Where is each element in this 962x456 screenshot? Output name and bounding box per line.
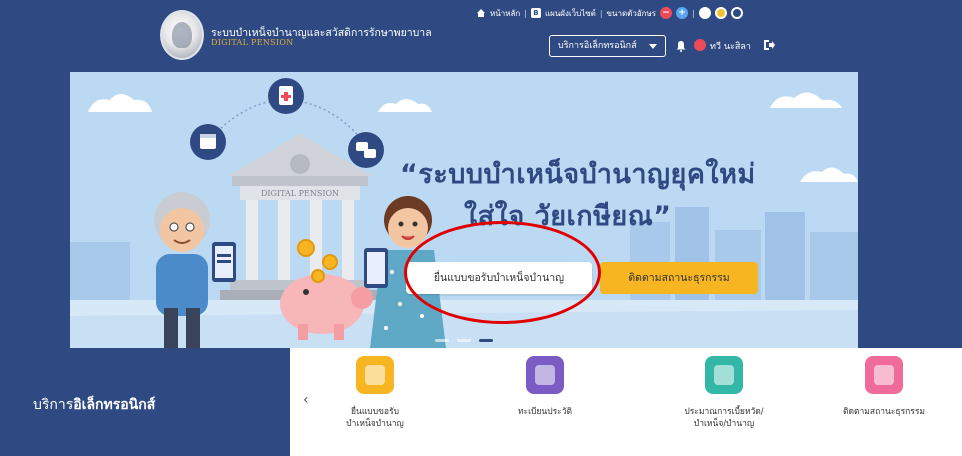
contrast-default-button[interactable] <box>698 7 711 19</box>
site-header: ระบบบำเหน็จบำนาญและสวัสดิการรักษาพยาบาล … <box>0 0 962 72</box>
site-subtitle: DIGITAL PENSION <box>211 38 294 47</box>
font-size-label: ขนาดตัวอักษร <box>606 8 657 18</box>
service-item-label: ประมาณการเบี้ยหวัด/ บำเหน็จ/บำนาญ <box>684 407 764 429</box>
profile-search-icon <box>526 356 564 394</box>
service-item-estimate[interactable]: ประมาณการเบี้ยหวัด/ บำเหน็จ/บำนาญ <box>654 356 794 430</box>
carousel-dot[interactable] <box>457 339 471 342</box>
home-icon[interactable] <box>476 8 486 18</box>
chart-calculator-icon <box>705 356 743 394</box>
track-status-button[interactable]: ติดตามสถานะธุรกรรม <box>600 262 758 294</box>
service-item-label: ติดตามสถานะธุรกรรม <box>842 407 926 417</box>
services-heading: บริการอิเล็กทรอนิกส์ <box>33 394 155 416</box>
annotation-circle <box>404 221 601 324</box>
carousel-indicators <box>435 339 493 342</box>
font-decrease-button[interactable]: − <box>660 7 673 19</box>
services-heading-part2: อิเล็กทรอนิกส์ <box>73 397 156 413</box>
site-logo[interactable] <box>160 10 204 60</box>
service-item-apply[interactable]: ยื่นแบบขอรับ บำเหน็จบำนาญ <box>305 356 445 430</box>
carousel-dot[interactable] <box>435 339 449 342</box>
sitemap-icon[interactable]: B <box>530 8 541 18</box>
emblem-icon <box>172 22 192 48</box>
contrast-yellow-button[interactable] <box>714 7 727 19</box>
service-item-label: ยื่นแบบขอรับ บำเหน็จบำนาญ <box>346 407 404 429</box>
chevron-down-icon <box>649 44 657 49</box>
contrast-dark-button[interactable] <box>730 7 743 19</box>
user-avatar-icon[interactable] <box>694 39 706 51</box>
user-name[interactable]: ทวี นะสิลา <box>710 39 751 53</box>
divider: | <box>524 8 527 18</box>
divider: | <box>599 8 603 18</box>
service-item-label: ทะเบียนประวัติ <box>517 407 573 417</box>
sitemap-link[interactable]: แผนผังเว็บไซต์ <box>545 7 596 20</box>
divider: | <box>692 8 695 18</box>
checklist-icon <box>865 356 903 394</box>
services-heading-part1: บริการ <box>33 397 74 413</box>
service-select[interactable]: บริการอิเล็กทรอนิกส์ <box>549 35 666 57</box>
service-item-profile[interactable]: ทะเบียนประวัติ <box>475 356 615 418</box>
banner-headline: “ระบบบำเหน็จบำนาญยุคใหม่ <box>400 159 756 190</box>
service-select-value: บริการอิเล็กทรอนิกส์ <box>558 41 637 51</box>
carousel-dot-active[interactable] <box>479 339 493 342</box>
bank-sign: DIGITAL PENSION <box>261 189 339 198</box>
home-link[interactable]: หน้าหลัก <box>490 7 520 20</box>
top-links-bar: หน้าหลัก | B แผนผังเว็บไซต์ | ขนาดตัวอัก… <box>476 6 743 20</box>
logout-icon[interactable] <box>763 39 775 51</box>
font-increase-button[interactable]: + <box>676 7 689 19</box>
service-item-track[interactable]: ติดตามสถานะธุรกรรม <box>814 356 954 418</box>
bell-icon[interactable] <box>676 40 686 52</box>
document-form-icon <box>356 356 394 394</box>
